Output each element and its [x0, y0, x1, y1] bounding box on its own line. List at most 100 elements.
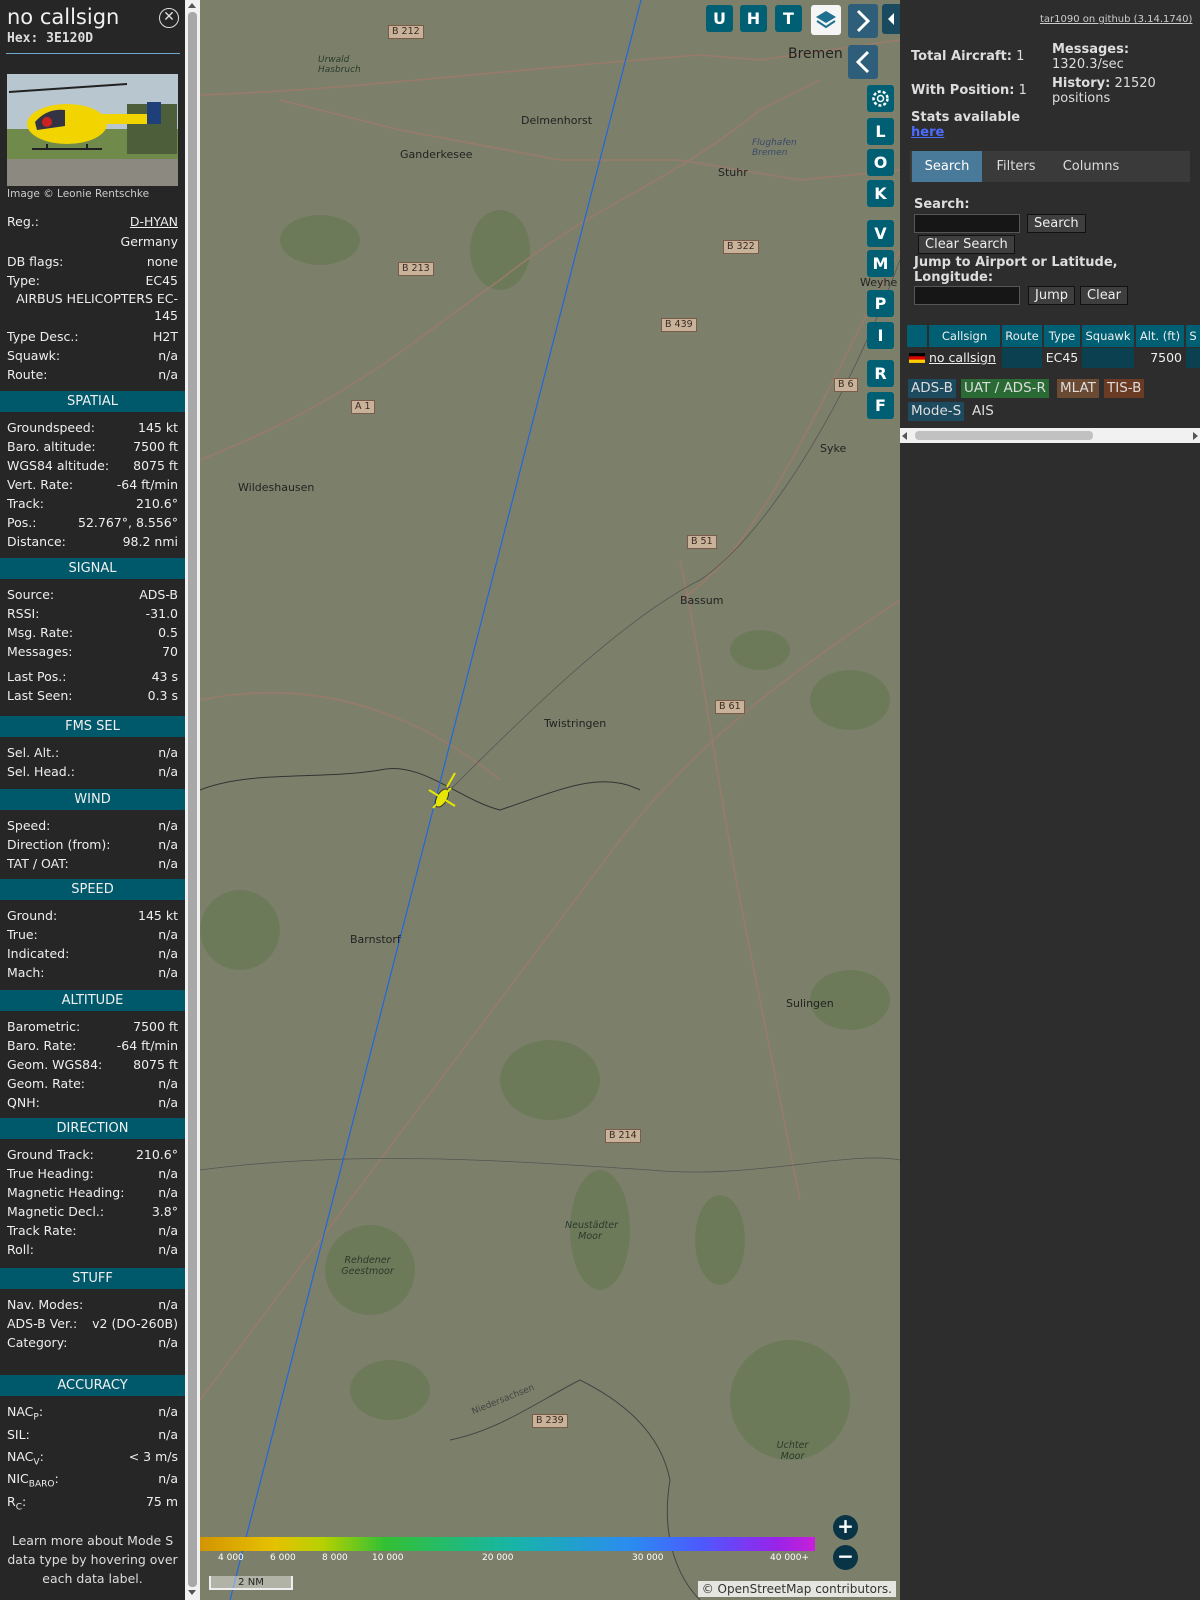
flag-cell	[907, 348, 927, 368]
layers-button[interactable]	[811, 5, 841, 35]
search-input[interactable]	[914, 214, 1020, 233]
spatial-row: WGS84 altitude: 8075 ft	[7, 457, 178, 474]
spatial-label: Groundspeed:	[7, 420, 95, 435]
scroll-down-icon[interactable]	[188, 1590, 196, 1595]
hscroll-thumb[interactable]	[915, 431, 1093, 440]
tab-filters[interactable]: Filters	[984, 151, 1048, 182]
table-hscrollbar[interactable]	[900, 428, 1200, 443]
map-button-h[interactable]: H	[740, 5, 767, 32]
spatial-label: Track:	[7, 496, 44, 511]
map-button-f[interactable]: F	[867, 392, 894, 419]
clear-search-button[interactable]: Clear Search	[918, 235, 1015, 254]
speed-value: n/a	[158, 946, 178, 961]
helicopter-icon[interactable]	[425, 770, 465, 820]
jump-input[interactable]	[914, 286, 1020, 305]
road-b214: B 214	[605, 1129, 641, 1143]
stuff-row: Nav. Modes: n/a	[7, 1296, 178, 1313]
map-button-r[interactable]: R	[867, 360, 894, 387]
wind-label: TAT / OAT:	[7, 856, 69, 871]
divider	[6, 53, 180, 54]
scroll-thumb[interactable]	[188, 12, 197, 1587]
map-button-v[interactable]: V	[867, 220, 894, 247]
stuff-row: Category: n/a	[7, 1334, 178, 1351]
chevron-left-icon	[855, 50, 870, 74]
scroll-right-icon[interactable]	[1193, 432, 1198, 440]
country: Germany	[120, 234, 178, 249]
map-button-o[interactable]: O	[867, 149, 894, 176]
wind-label: Speed:	[7, 818, 51, 833]
col-route[interactable]: Route	[1002, 325, 1042, 347]
chevron-right-icon	[856, 9, 871, 33]
altitude-tick: 20 000	[482, 1553, 514, 1563]
signal-label: Messages:	[7, 644, 73, 659]
scroll-left-icon[interactable]	[902, 432, 907, 440]
signal-value: ADS-B	[139, 587, 178, 602]
zoom-out-button[interactable]: −	[833, 1545, 858, 1570]
clear-button[interactable]: Clear	[1080, 286, 1128, 305]
altitude-tick: 40 000+	[770, 1553, 810, 1563]
toggle-sidebar-button[interactable]	[882, 4, 900, 34]
scale-line: 2 NM	[209, 1576, 293, 1590]
stuff-label: Category:	[7, 1335, 68, 1350]
col-squawk[interactable]: Squawk	[1082, 325, 1134, 347]
map-button-u[interactable]: U	[706, 5, 733, 32]
map-button-k[interactable]: K	[867, 180, 894, 207]
stuff-label: Nav. Modes:	[7, 1297, 84, 1312]
place-rehdener: Rehdener Geestmoor	[341, 1255, 394, 1277]
row-callsign[interactable]: no callsign	[929, 348, 1000, 368]
route-value: n/a	[158, 367, 178, 382]
fms-row: Sel. Head.: n/a	[7, 763, 178, 780]
tab-columns[interactable]: Columns	[1050, 151, 1132, 182]
col-type[interactable]: Type	[1044, 325, 1080, 347]
section-direction: DIRECTION	[0, 1118, 185, 1139]
signal-value: -31.0	[145, 606, 178, 621]
stats-link[interactable]: here	[911, 125, 944, 140]
map-canvas[interactable]	[200, 0, 900, 1600]
tab-search[interactable]: Search	[912, 151, 982, 182]
map-view[interactable]: Bremen Delmenhorst Ganderkesee Stuhr Wil…	[200, 0, 900, 1600]
map-button-l[interactable]: L	[867, 118, 894, 145]
scroll-up-icon[interactable]	[188, 3, 196, 8]
typedesc-value: H2T	[153, 329, 178, 344]
zoom-in-button[interactable]: +	[833, 1515, 858, 1540]
github-link[interactable]: tar1090 on github (3.14.1740)	[1040, 14, 1192, 25]
place-weyhe: Weyhe	[860, 276, 898, 289]
close-icon[interactable]: ✕	[159, 8, 179, 28]
place-delmenhorst: Delmenhorst	[521, 114, 593, 127]
spatial-value: 8075 ft	[133, 458, 178, 473]
altitude-tick: 10 000	[372, 1553, 404, 1563]
info-scrollbar[interactable]	[185, 0, 200, 1600]
altitude-tick: 4 000	[218, 1553, 244, 1563]
col-callsign[interactable]: Callsign	[929, 325, 1000, 347]
reg-link[interactable]: D-HYAN	[130, 213, 178, 230]
direction-row: True Heading: n/a	[7, 1165, 178, 1182]
typedesc-label: Type Desc.:	[7, 329, 79, 344]
spatial-row: Groundspeed: 145 kt	[7, 419, 178, 436]
map-button-m[interactable]: M	[867, 250, 894, 277]
search-button[interactable]: Search	[1027, 214, 1086, 233]
road-b322: B 322	[723, 240, 759, 254]
place-urwald: Urwald Hasbruch	[318, 55, 361, 75]
direction-value: n/a	[158, 1242, 178, 1257]
section-wind: WIND	[0, 789, 185, 810]
direction-row: Ground Track: 210.6°	[7, 1146, 178, 1163]
signal-row: Msg. Rate: 0.5	[7, 624, 178, 641]
signal-label: Last Pos.:	[7, 669, 67, 684]
altitude-row: Geom. Rate: n/a	[7, 1075, 178, 1092]
spatial-row: Distance: 98.2 nmi	[7, 533, 178, 550]
map-attribution[interactable]: © OpenStreetMap contributors.	[697, 1581, 896, 1597]
type-row: Type: EC45	[7, 272, 178, 289]
map-button-p[interactable]: P	[867, 290, 894, 317]
signal-row: Messages: 70	[7, 643, 178, 660]
col-speed[interactable]: S	[1186, 325, 1200, 347]
aircraft-photo[interactable]	[7, 74, 178, 186]
nacp-value: n/a	[158, 1404, 178, 1419]
settings-button[interactable]	[867, 85, 894, 112]
map-button-i[interactable]: I	[867, 322, 894, 349]
row-route	[1002, 348, 1042, 368]
expand-right-button[interactable]	[848, 4, 878, 38]
collapse-left-button[interactable]	[848, 45, 878, 79]
jump-button[interactable]: Jump	[1028, 286, 1075, 305]
map-button-t[interactable]: T	[775, 5, 802, 32]
col-altitude[interactable]: Alt. (ft)	[1136, 325, 1184, 347]
